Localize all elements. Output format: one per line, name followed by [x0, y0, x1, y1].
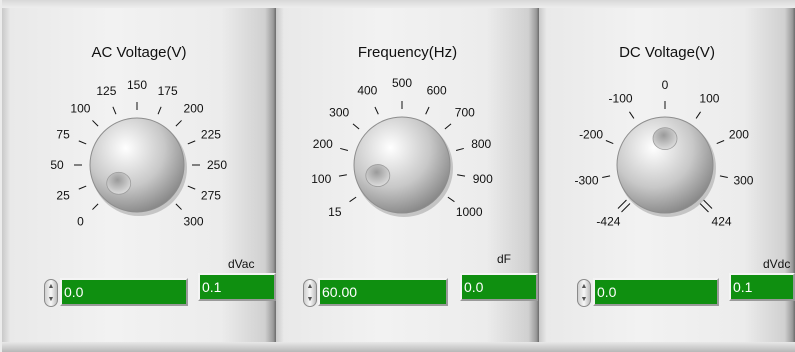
dial-tick	[447, 196, 455, 203]
ac-voltage-panel: AC Voltage(V) 0 25 50 75 100 125 150 175 200 225 2…	[2, 0, 276, 352]
dial-tick	[455, 147, 464, 151]
dial-pointer-dimple	[106, 171, 132, 195]
dial-tick-label: 700	[455, 105, 475, 119]
dial-tick-label: 600	[427, 84, 447, 98]
dial-tick	[617, 199, 627, 209]
dial-tick	[92, 120, 99, 127]
dial-tick	[444, 123, 452, 130]
decrement-arrow-icon[interactable]: ▼	[45, 293, 57, 306]
dial-knob[interactable]	[89, 117, 185, 213]
increment-arrow-icon[interactable]: ▲	[578, 280, 590, 293]
dial-pointer-dimple	[365, 164, 391, 187]
frequency-spinner[interactable]: ▲ ▼	[303, 279, 317, 307]
ac-voltage-increment-unit: dVac	[228, 257, 255, 271]
dial-tick-label: 200	[729, 127, 749, 141]
dial-tick	[602, 175, 611, 178]
dc-voltage-increment-unit: dVdc	[763, 257, 791, 271]
dial-tick-label: 275	[201, 189, 221, 203]
dial-tick	[92, 203, 99, 210]
dial-tick-label: 50	[50, 158, 64, 172]
dial-tick	[457, 174, 466, 177]
dial-tick-label: -200	[579, 127, 603, 141]
dial-tick	[187, 185, 196, 190]
dial-tick-label: 15	[328, 205, 342, 219]
dial-tick-label: 300	[184, 215, 204, 229]
dial-tick	[175, 120, 182, 127]
dial-tick-label: 400	[357, 84, 377, 98]
ac-voltage-value-field[interactable]: 0.0	[60, 278, 188, 306]
dial-tick-label: -300	[575, 174, 599, 188]
dial-tick-label: 100	[311, 172, 331, 186]
dial-tick	[349, 196, 357, 203]
dc-voltage-panel: DC Voltage(V) -424 -300 -200 -100 0 100 200 300…	[539, 0, 795, 352]
dial-tick	[78, 140, 87, 145]
dial-tick-label: 225	[201, 127, 221, 141]
dial-tick	[157, 106, 162, 115]
dial-tick	[703, 199, 713, 209]
dial-tick-label: 200	[184, 101, 204, 115]
dial-tick-label: 800	[471, 137, 491, 151]
dial-tick-label: 75	[56, 127, 70, 141]
dial-tick-label: 125	[96, 84, 116, 98]
dc-voltage-spinner[interactable]: ▲ ▼	[577, 279, 591, 307]
dial-tick	[78, 185, 87, 190]
dial-tick	[338, 174, 347, 177]
dial-tick-label: 100	[70, 101, 90, 115]
decrement-arrow-icon[interactable]: ▼	[304, 293, 316, 306]
dial-tick	[187, 140, 196, 145]
ac-voltage-spinner[interactable]: ▲ ▼	[44, 279, 58, 307]
dial-tick-label: 100	[699, 91, 719, 105]
dial-tick-label: 150	[127, 78, 147, 92]
dial-tick-label: 500	[392, 76, 412, 90]
dial-tick	[112, 106, 117, 115]
dial-tick	[629, 111, 635, 119]
dial-tick	[175, 203, 182, 210]
dial-tick-label: 300	[733, 174, 753, 188]
dial-tick	[340, 147, 349, 151]
dial-tick	[605, 140, 614, 145]
dial-tick-label: -424	[596, 215, 620, 229]
dial-tick	[719, 175, 728, 178]
increment-arrow-icon[interactable]: ▲	[45, 280, 57, 293]
dial-tick-label: 25	[56, 189, 70, 203]
dial-tick-label: 0	[77, 215, 84, 229]
dial-tick-label: 250	[207, 158, 227, 172]
frequency-panel: Frequency(Hz) 15 100 200 300 400 500 600 700 800…	[276, 0, 539, 352]
dial-tick-label: 175	[158, 84, 178, 98]
dial-tick-label: 200	[313, 137, 333, 151]
frequency-increment-unit: dF	[497, 252, 512, 266]
dc-voltage-increment-field[interactable]: 0.1	[729, 273, 795, 301]
dc-voltage-value-field[interactable]: 0.0	[593, 278, 719, 306]
dial-tick-label: -100	[609, 91, 633, 105]
dial-tick-label: 300	[329, 105, 349, 119]
decrement-arrow-icon[interactable]: ▼	[578, 293, 590, 306]
dial-pointer-dimple	[652, 127, 678, 151]
ac-voltage-increment-field[interactable]: 0.1	[198, 273, 276, 301]
dial-tick	[374, 106, 379, 115]
dial-knob[interactable]	[353, 116, 451, 214]
dial-tick	[425, 106, 430, 115]
dial-tick	[621, 203, 631, 213]
dial-tick-label: 0	[662, 78, 669, 92]
dial-tick	[352, 123, 360, 130]
dial-tick-label: 900	[473, 172, 493, 186]
frequency-value-field[interactable]: 60.00	[318, 278, 448, 306]
dial-tick	[695, 111, 701, 119]
dial-tick	[716, 140, 725, 145]
dial-tick-label: 424	[712, 215, 732, 229]
dial-tick	[699, 203, 709, 213]
dial-tick-label: 1000	[456, 205, 483, 219]
increment-arrow-icon[interactable]: ▲	[304, 280, 316, 293]
frequency-increment-field[interactable]: 0.0	[460, 273, 538, 301]
